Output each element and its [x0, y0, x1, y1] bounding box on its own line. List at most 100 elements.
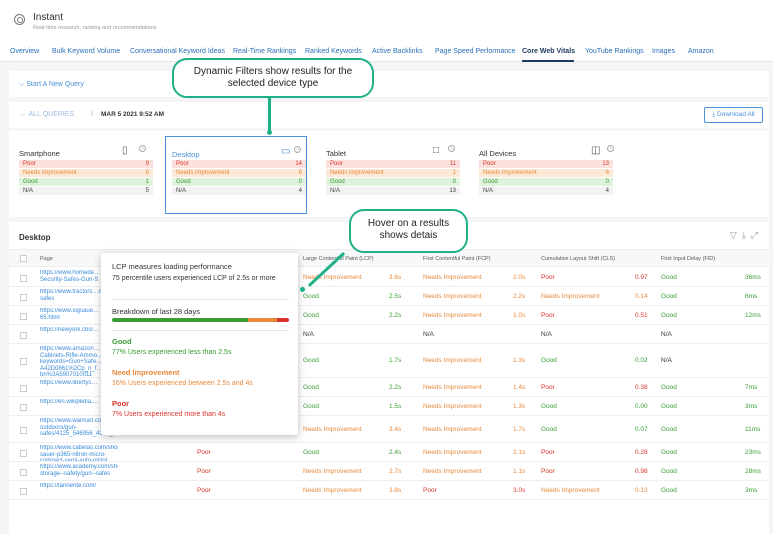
- lcp-status: Good: [303, 312, 319, 319]
- cls-status: Needs Improvement: [541, 293, 600, 300]
- cls-status: Good: [541, 403, 557, 410]
- row-checkbox[interactable]: [20, 294, 27, 301]
- info-icon[interactable]: ?: [294, 146, 301, 153]
- divider: [112, 330, 289, 331]
- filter-icon[interactable]: ▽: [730, 230, 742, 240]
- row-checkbox[interactable]: [20, 313, 27, 320]
- tooltip-ni-heading: Need Improvement: [112, 368, 180, 377]
- info-icon[interactable]: ?: [607, 145, 614, 152]
- table-row[interactable]: https://www.academy.com/shop/browse/outd…: [9, 462, 769, 481]
- row-checkbox[interactable]: [20, 358, 27, 365]
- tab-ranked-keywords[interactable]: Ranked Keywords: [305, 48, 362, 55]
- lcp-status: Good: [303, 384, 319, 391]
- fid-status: Good: [661, 274, 677, 281]
- table-row[interactable]: https://tannerite.com/Poor Needs Improvem…: [9, 481, 769, 500]
- download-icon[interactable]: ⤓: [742, 230, 751, 240]
- fid-value: 28ms: [745, 468, 761, 475]
- na-count-row: N/A 13: [326, 187, 460, 195]
- info-icon[interactable]: ?: [448, 145, 455, 152]
- lcp-value: 3.6s: [389, 274, 402, 281]
- lcp-status: Good: [303, 449, 319, 456]
- device-card-smartphone[interactable]: Smartphone ▯ ? Poor 9 Needs improvement 8 …: [13, 136, 155, 214]
- app-subtitle: Real-time research, ranking and recommen…: [33, 25, 157, 31]
- table-row[interactable]: https://www.cabelas.com/shop/en/sig-saue…: [9, 443, 769, 462]
- fcp-status: Needs Improvement: [423, 384, 482, 391]
- tab-amazon[interactable]: Amazon: [688, 48, 714, 55]
- callout-hover-text: Hover on a results shows detais: [367, 218, 450, 241]
- tab-conversational-keyword-ideas[interactable]: Conversational Keyword Ideas: [130, 48, 225, 55]
- lcp-value: 3.8s: [389, 487, 402, 494]
- tab-overview[interactable]: Overview: [10, 48, 39, 55]
- row-checkbox[interactable]: [20, 488, 27, 495]
- row-checkbox[interactable]: [20, 469, 27, 476]
- lcp-value: 2.7s: [389, 468, 402, 475]
- tooltip-title: LCP measures loading performance: [112, 262, 232, 271]
- select-all-checkbox[interactable]: [20, 255, 27, 262]
- lcp-value: 2.4s: [389, 449, 402, 456]
- fcp-value: 1.7s: [513, 426, 526, 433]
- tab-active-backlinks[interactable]: Active Backlinks: [372, 48, 423, 55]
- tab-bar: Overview Bulk Keyword Volume Conversatio…: [0, 42, 773, 62]
- fcp-value: 3.0s: [513, 487, 526, 494]
- fcp-value: 2.2s: [513, 293, 526, 300]
- fid-status: N/A: [661, 331, 672, 338]
- query-date: MAR 5 2021 9:52 AM: [101, 111, 164, 118]
- tooltip-poor-heading: Poor: [112, 399, 130, 408]
- fid-value: 23ms: [745, 449, 761, 456]
- device-card-desktop[interactable]: Desktop ▭ ? Poor 14 Needs improvement 6 Go…: [165, 136, 307, 214]
- column-header-page[interactable]: Page: [40, 256, 53, 262]
- tab-core-web-vitals[interactable]: Core Web Vitals: [522, 48, 575, 55]
- device-card-title: All Devices: [479, 149, 517, 158]
- page-url-link[interactable]: https://www.academy.com/shop/browse/outd…: [40, 464, 118, 480]
- poor-count-row: Poor 9: [19, 160, 153, 168]
- fcp-status: Needs Improvement: [423, 426, 482, 433]
- fid-status: Good: [661, 468, 677, 475]
- cls-status: Needs Improvement: [541, 487, 600, 494]
- tab-real-time-rankings[interactable]: Real-Time Rankings: [233, 48, 296, 55]
- fcp-value: 2.0s: [513, 274, 526, 281]
- tab-youtube-rankings[interactable]: YouTube Rankings: [585, 48, 644, 55]
- lcp-status: N/A: [303, 331, 314, 338]
- good-count-row: Good 0: [326, 178, 460, 186]
- app-title: Instant: [33, 12, 64, 23]
- fcp-status: Needs Improvement: [423, 274, 482, 281]
- good-count-row: Good 0: [479, 178, 613, 186]
- column-header-cls[interactable]: Cumulative Layout Shift (CLS): [541, 256, 615, 262]
- column-header-fid[interactable]: First Input Delay (FID): [661, 256, 715, 262]
- distribution-bar-needs-improvement: [248, 318, 277, 322]
- lcp-status: Needs Improvement: [303, 487, 362, 494]
- all-queries-link[interactable]: ← ALL QUERIES: [20, 111, 74, 118]
- tab-images[interactable]: Images: [652, 48, 675, 55]
- expand-icon[interactable]: ⤢: [751, 230, 763, 240]
- row-checkbox[interactable]: [20, 427, 27, 434]
- column-header-fcp[interactable]: First Contentful Paint (FCP): [423, 256, 491, 262]
- app-header: Instant Real-time research, ranking and …: [0, 0, 773, 42]
- row-checkbox[interactable]: [20, 385, 27, 392]
- page-url-link[interactable]: https://tannerite.com/: [40, 483, 118, 499]
- tab-bulk-keyword-volume[interactable]: Bulk Keyword Volume: [52, 48, 120, 55]
- page-url-link[interactable]: https://www.cabelas.com/shop/en/sig-saue…: [40, 445, 118, 461]
- row-checkbox[interactable]: [20, 450, 27, 457]
- lcp-tooltip: LCP measures loading performance 75 perc…: [101, 253, 298, 435]
- arrow-left-icon: ←: [20, 111, 29, 118]
- fid-status: Good: [661, 293, 677, 300]
- divider: [112, 299, 289, 300]
- row-checkbox[interactable]: [20, 404, 27, 411]
- active-tab-indicator: [522, 60, 574, 62]
- row-checkbox[interactable]: [20, 332, 27, 339]
- tooltip-good-text: 77% Users experienced less than 2.5s: [112, 349, 232, 356]
- start-new-query-link[interactable]: ⌵ Start A New Query: [19, 81, 84, 89]
- row-checkbox[interactable]: [20, 275, 27, 282]
- device-card-tablet[interactable]: Tablet □ ? Poor 11 Needs improvement 1 Goo…: [320, 136, 462, 214]
- device-card-all-devices[interactable]: All Devices ◫ ? Poor 13 Needs improvement…: [473, 136, 615, 214]
- fid-status: Good: [661, 403, 677, 410]
- tooltip-poor-text: 7% Users experienced more than 4s: [112, 411, 226, 418]
- fid-value: 7ms: [745, 384, 758, 391]
- cls-value: 0.98: [635, 468, 648, 475]
- download-all-button[interactable]: ⤓ Download All: [704, 107, 763, 123]
- tab-page-speed-performance[interactable]: Page Speed Performance: [435, 48, 516, 55]
- info-icon[interactable]: ?: [139, 145, 146, 152]
- fcp-status: Needs Improvement: [423, 312, 482, 319]
- callout-dot: [300, 287, 305, 292]
- tooltip-description: 75 percentile users experienced LCP of 2…: [112, 275, 276, 282]
